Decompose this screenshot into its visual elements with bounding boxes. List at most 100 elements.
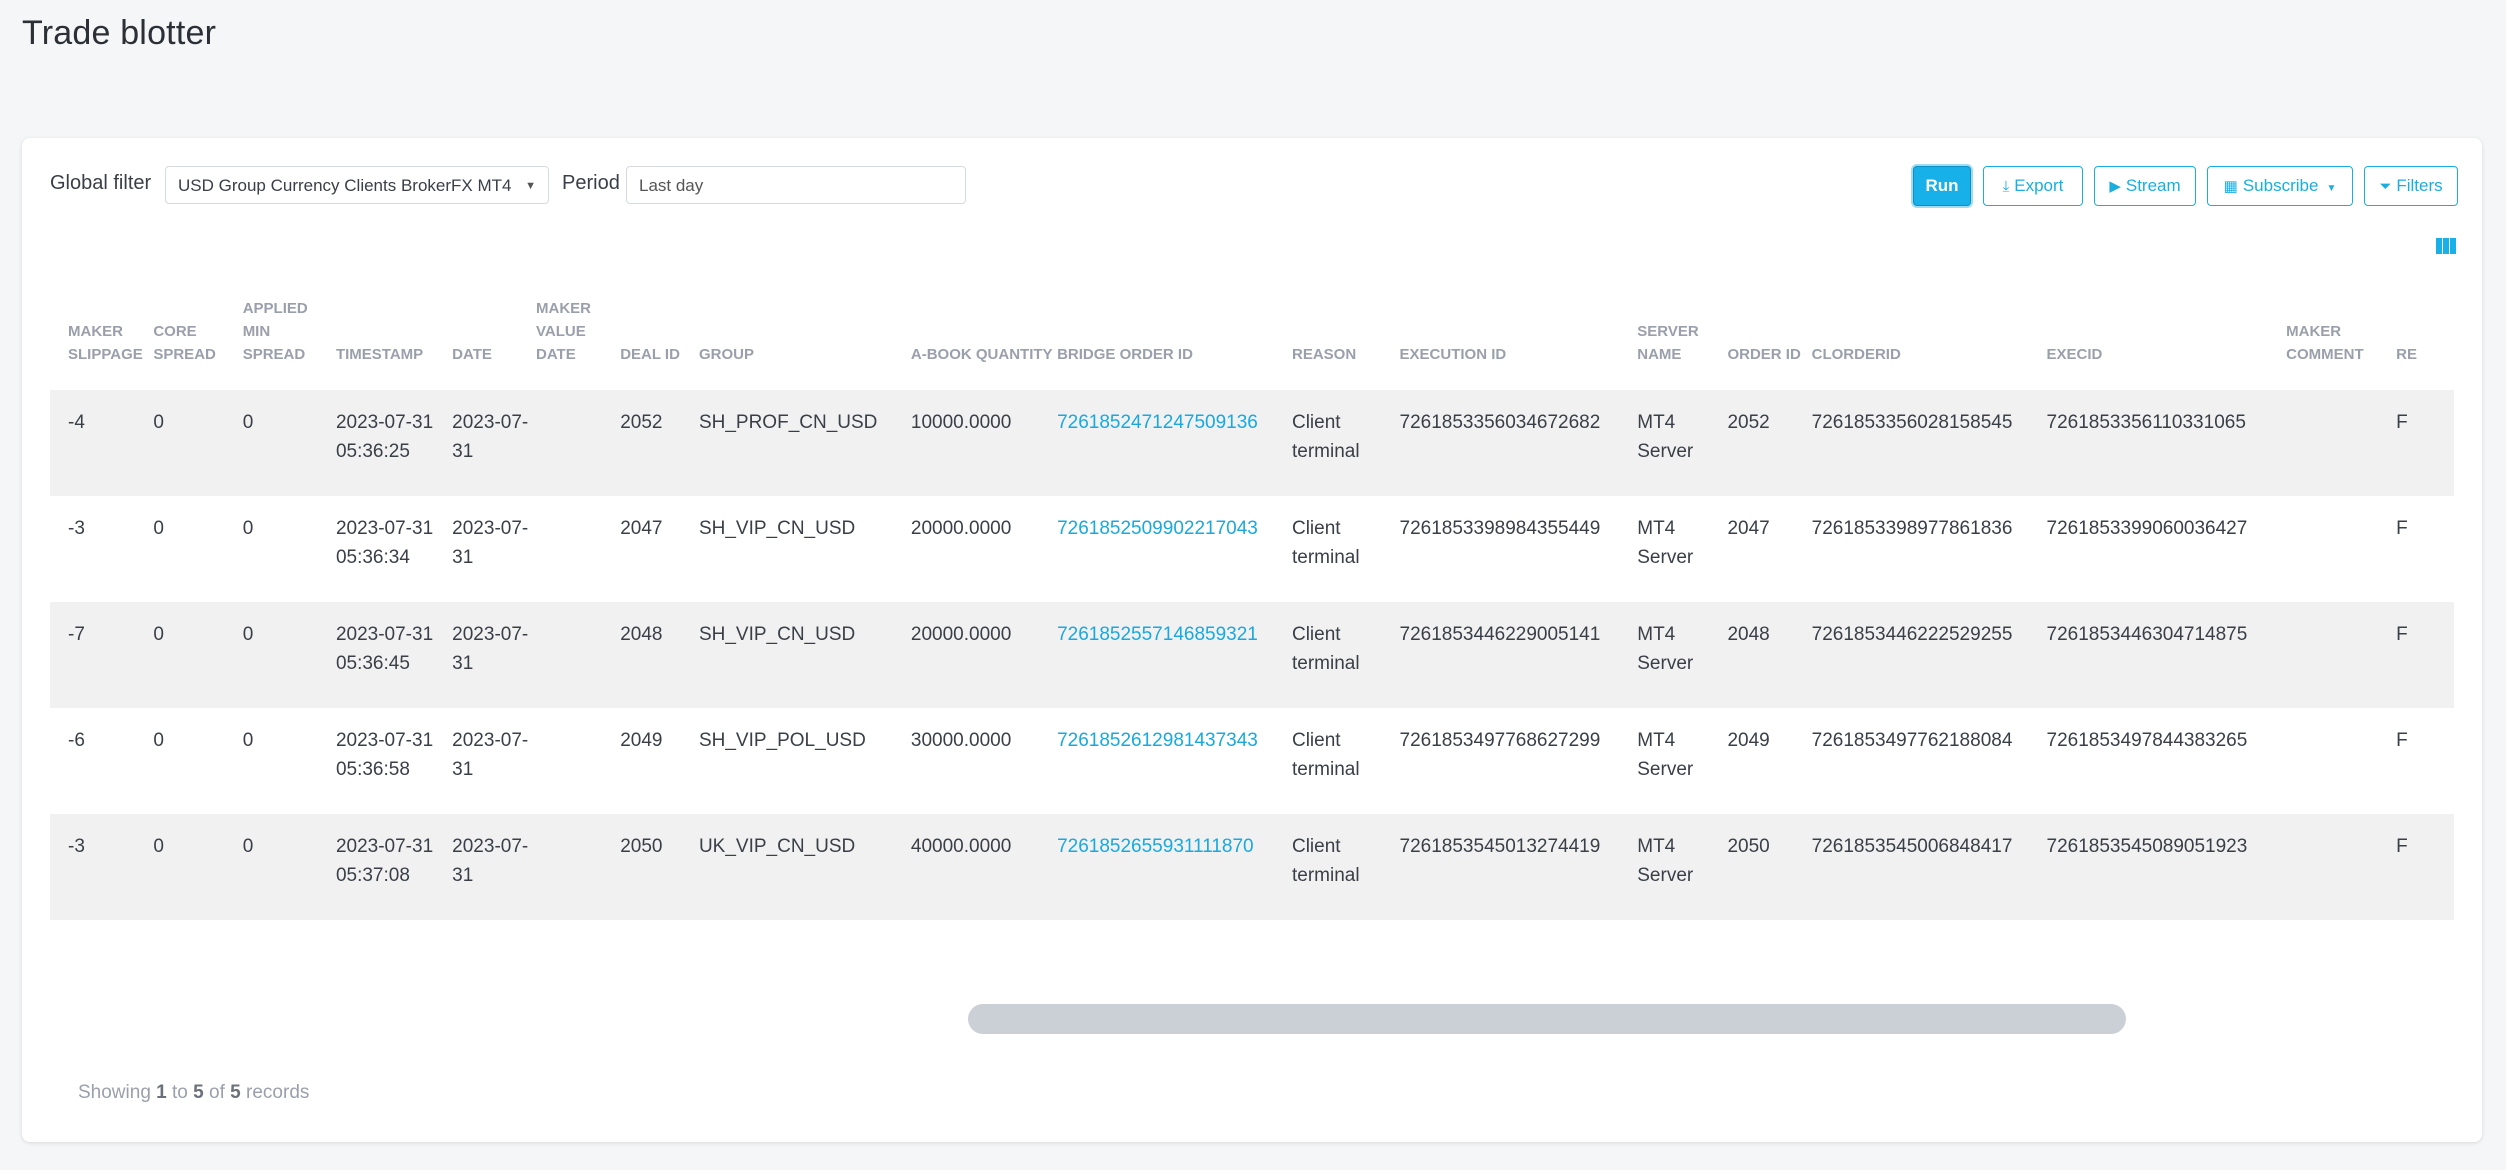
table-cell: 7261853497844383265 xyxy=(2046,708,2287,814)
table-cell: 2052 xyxy=(620,390,699,496)
table-cell: 2023-07-31 xyxy=(452,390,536,496)
caret-down-icon: ▼ xyxy=(525,180,536,192)
period-input[interactable]: Last day xyxy=(626,166,966,204)
column-header[interactable]: REASON xyxy=(1292,278,1400,390)
records-to: 5 xyxy=(193,1082,204,1103)
table-cell: 7261853545006848417 xyxy=(1811,814,2047,920)
page-title: Trade blotter xyxy=(22,14,217,52)
column-header[interactable]: APPLIED MIN SPREAD xyxy=(243,278,336,390)
run-button[interactable]: Run xyxy=(1913,166,1971,206)
table-cell: 0 xyxy=(242,602,336,708)
table-cell: 2023-07-31 xyxy=(452,496,536,602)
table-cell: 7261853446304714875 xyxy=(2046,602,2287,708)
table-cell: 0 xyxy=(153,390,243,496)
table-cell: F xyxy=(2396,814,2454,920)
table-cell: 7261853398984355449 xyxy=(1399,496,1638,602)
table-cell: 2023-07-31 xyxy=(452,708,536,814)
table-cell: F xyxy=(2396,708,2454,814)
table-cell: 2049 xyxy=(620,708,699,814)
table-cell: 0 xyxy=(153,602,243,708)
columns-icon[interactable] xyxy=(2436,238,2458,254)
export-label: Export xyxy=(2014,176,2064,195)
table-row[interactable]: -7 0 0 2023-07-31 05:36:45 2023-07-31 2048 SH_… xyxy=(50,602,2454,708)
column-header[interactable]: MAKER VALUE DATE xyxy=(536,278,620,390)
table-cell: 7261853356028158545 xyxy=(1811,390,2047,496)
bridge-order-id-link[interactable]: 7261852509902217043 xyxy=(1057,496,1292,602)
table-cell: 0 xyxy=(242,390,336,496)
bridge-order-id-link[interactable]: 7261852557146859321 xyxy=(1057,602,1292,708)
table-cell: SH_VIP_POL_USD xyxy=(698,708,911,814)
column-header[interactable]: RE xyxy=(2396,278,2454,390)
records-to-word: to xyxy=(172,1082,188,1103)
table-cell: 20000.0000 xyxy=(910,602,1058,708)
table-cell xyxy=(536,390,621,496)
trade-table: MAKER SLIPPAGE CORE SPREAD APPLIED MIN SPR… xyxy=(50,278,2454,920)
calendar-icon: ▦ xyxy=(2223,178,2238,195)
table-row[interactable]: -4 0 0 2023-07-31 05:36:25 2023-07-31 2052 SH_… xyxy=(50,390,2454,496)
table-cell: 7261853398977861836 xyxy=(1811,496,2047,602)
filters-button[interactable]: ⏷ Filters xyxy=(2364,166,2458,206)
bridge-order-id-link[interactable]: 7261852655931111870 xyxy=(1057,814,1292,920)
horizontal-scrollbar[interactable] xyxy=(968,1004,2126,1034)
table-cell: 40000.0000 xyxy=(910,814,1058,920)
column-header[interactable]: CORE SPREAD xyxy=(153,278,242,390)
subscribe-button[interactable]: ▦ Subscribe ▼ xyxy=(2207,166,2353,206)
table-cell: Client terminal xyxy=(1291,708,1400,814)
column-header[interactable]: MAKER COMMENT xyxy=(2286,278,2396,390)
table-cell: 2048 xyxy=(1727,602,1812,708)
column-header[interactable]: BRIDGE ORDER ID xyxy=(1057,278,1292,390)
table-cell: 0 xyxy=(153,814,243,920)
global-filter-label: Global filter xyxy=(50,172,152,194)
table-cell: 2048 xyxy=(620,602,699,708)
column-header[interactable]: SERVER NAME xyxy=(1637,278,1727,390)
bridge-order-id-link[interactable]: 7261852612981437343 xyxy=(1057,708,1292,814)
table-cell: F xyxy=(2396,390,2454,496)
column-header[interactable]: DEAL ID xyxy=(620,278,699,390)
table-cell: -4 xyxy=(50,390,154,496)
table-cell: 2023-07-31 xyxy=(452,602,536,708)
global-filter-select[interactable]: USD Group Currency Clients BrokerFX MT4 … xyxy=(165,166,549,204)
table-body: -4 0 0 2023-07-31 05:36:25 2023-07-31 2052 SH_… xyxy=(50,390,2454,920)
table-cell: 0 xyxy=(153,708,243,814)
column-header[interactable]: TIMESTAMP xyxy=(336,278,452,390)
table-cell xyxy=(536,708,621,814)
table-cell: 2023-07-31 05:37:08 xyxy=(335,814,453,920)
column-header[interactable]: A-BOOK QUANTITY xyxy=(911,278,1057,390)
filters-label: Filters xyxy=(2396,176,2443,195)
column-header[interactable]: EXECID xyxy=(2047,278,2287,390)
table-cell: -7 xyxy=(50,602,154,708)
table-cell: 7261853497762188084 xyxy=(1811,708,2047,814)
table-cell: 20000.0000 xyxy=(910,496,1058,602)
column-header[interactable]: ORDER ID xyxy=(1727,278,1811,390)
records-summary: Showing 1 to 5 of 5 records xyxy=(78,1082,309,1104)
global-filter-value: USD Group Currency Clients BrokerFX MT4 xyxy=(178,176,512,195)
table-cell: 2047 xyxy=(620,496,699,602)
table-header-row: MAKER SLIPPAGE CORE SPREAD APPLIED MIN SPR… xyxy=(50,278,2454,390)
table-cell: 2049 xyxy=(1727,708,1812,814)
table-cell: Client terminal xyxy=(1291,814,1400,920)
table-row[interactable]: -6 0 0 2023-07-31 05:36:58 2023-07-31 2049 SH_… xyxy=(50,708,2454,814)
caret-down-icon: ▼ xyxy=(2326,183,2337,194)
table-row[interactable]: -3 0 0 2023-07-31 05:37:08 2023-07-31 2050 UK_… xyxy=(50,814,2454,920)
column-header[interactable]: GROUP xyxy=(699,278,911,390)
export-button[interactable]: ⤓ Export xyxy=(1983,166,2083,206)
table-cell: 2050 xyxy=(1727,814,1812,920)
table-cell: F xyxy=(2396,602,2454,708)
column-header[interactable]: EXECUTION ID xyxy=(1400,278,1638,390)
table-cell xyxy=(2286,496,2397,602)
table-cell: 7261853446222529255 xyxy=(1811,602,2047,708)
table-cell: MT4 Server xyxy=(1637,390,1728,496)
stream-button[interactable]: ▶ Stream xyxy=(2094,166,2196,206)
table-cell: Client terminal xyxy=(1291,496,1400,602)
table-cell: 2050 xyxy=(620,814,699,920)
download-icon: ⤓ xyxy=(2002,178,2010,195)
table-cell: -3 xyxy=(50,496,154,602)
column-header[interactable]: DATE xyxy=(452,278,536,390)
play-icon: ▶ xyxy=(2109,178,2121,195)
table-row[interactable]: -3 0 0 2023-07-31 05:36:34 2023-07-31 2047 SH_… xyxy=(50,496,2454,602)
records-total: 5 xyxy=(230,1082,241,1103)
bridge-order-id-link[interactable]: 7261852471247509136 xyxy=(1057,390,1292,496)
column-header[interactable]: CLORDERID xyxy=(1812,278,2047,390)
table-cell: -3 xyxy=(50,814,154,920)
column-header[interactable]: MAKER SLIPPAGE xyxy=(50,278,153,390)
